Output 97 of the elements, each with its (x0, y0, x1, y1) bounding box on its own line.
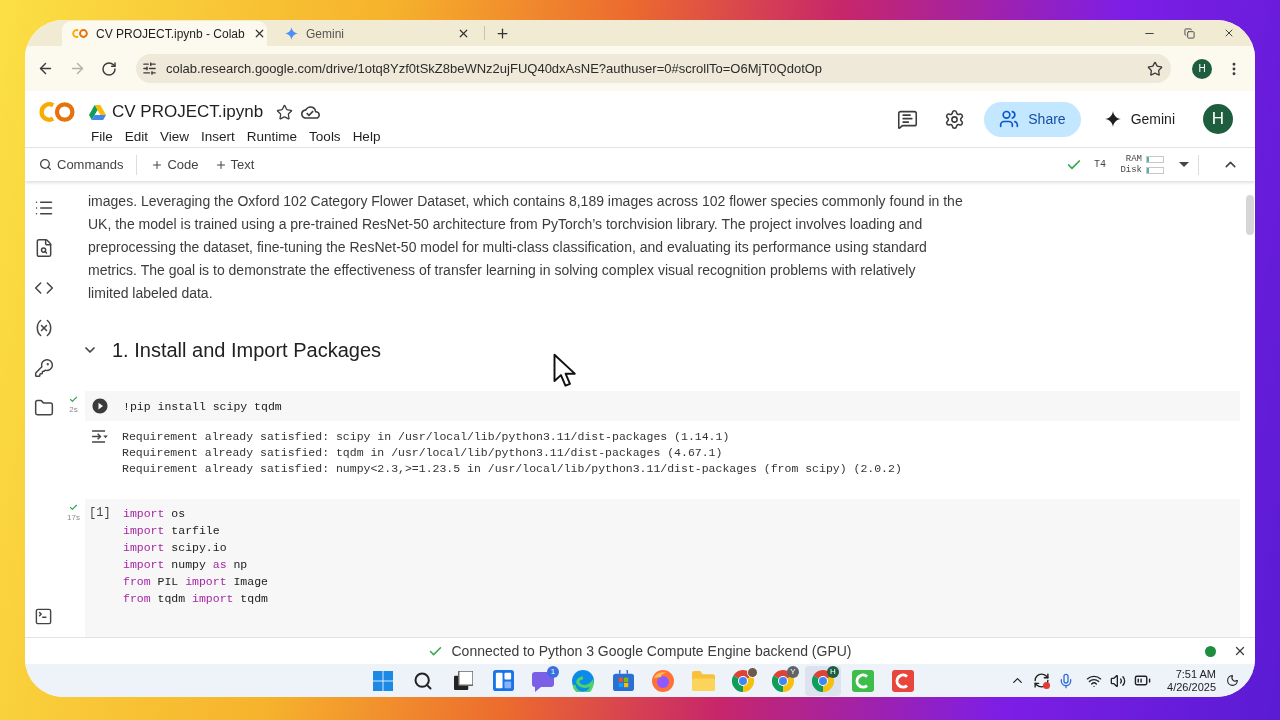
comment-icon[interactable] (897, 108, 919, 130)
taskbar-button[interactable]: 1 (525, 665, 561, 696)
meter-track[interactable] (1146, 166, 1164, 174)
code-cell[interactable]: !pip install scipy tqdm (85, 391, 1240, 421)
sparkle-icon (1104, 111, 1121, 127)
address-bar[interactable]: colab.research.google.com/drive/1otq8Yzf0tSkZ8beWNz2ujFUQ40dxAsNE?authuser=0#scrollTo=O6MjT0QdotOp (136, 54, 1171, 83)
code-line: import tarfile (123, 523, 221, 539)
folder-icon[interactable] (33, 398, 54, 418)
chat-icon (532, 669, 554, 692)
close-icon[interactable] (1223, 27, 1235, 39)
back-icon[interactable] (37, 60, 54, 77)
sync-icon[interactable] (1033, 672, 1051, 689)
table-of-contents-icon[interactable] (33, 198, 54, 218)
run-duration: 17s (67, 513, 80, 522)
output-line: Requirement already satisfied: numpy<2.3,>=1.23.5 in /usr/local/lib/python3.11/dist-packages (from scipy) (2.0.2) (122, 461, 902, 477)
notebook-logo-icon (39, 102, 75, 122)
browser-icon (652, 669, 674, 692)
widgets-icon (492, 670, 514, 691)
recorder-icon (852, 669, 874, 692)
code-cell[interactable]: [1] import os import tarfile import scipy.io import numpy as np from PIL import Image from tqdm import tqdm (85, 499, 1240, 637)
people-icon (999, 109, 1020, 129)
folder-icon (691, 670, 715, 691)
commands-button[interactable]: Commands (39, 154, 124, 175)
bookmark-star-icon[interactable] (1147, 60, 1163, 77)
menu-item[interactable]: Tools (309, 126, 341, 148)
status-message: Connected to Python 3 Google Compute Engine backend (GPU) (451, 641, 852, 661)
plus-icon (214, 158, 227, 171)
browser-icon (572, 669, 594, 692)
sparkle-icon (285, 27, 298, 40)
browser-tab[interactable]: CV PROJECT.ipynb - Colab (62, 21, 267, 46)
browser-tab[interactable]: Gemini (275, 21, 480, 46)
site-settings-icon[interactable] (142, 61, 157, 76)
new-tab-icon[interactable] (495, 25, 510, 41)
profile-badge: H (827, 665, 839, 678)
code-line: import os (123, 506, 187, 522)
add-cell-button[interactable]: Text (212, 154, 257, 175)
drive-icon (89, 104, 106, 120)
output-line: Requirement already satisfied: scipy in /usr/local/lib/python3.11/dist-packages (1.14.1) (122, 429, 731, 445)
execution-count: [1] (89, 505, 112, 522)
profile-avatar[interactable]: H (1203, 104, 1233, 134)
code-line: from tqdm import tqdm (123, 591, 268, 607)
meter-track[interactable] (1146, 155, 1164, 163)
plus-icon (151, 158, 164, 171)
run-duration: 2s (69, 405, 78, 414)
avatar-icon (747, 666, 758, 678)
menu-item[interactable]: Insert (201, 126, 235, 148)
menu-item[interactable]: File (91, 126, 113, 148)
recorder-icon (892, 669, 914, 692)
mouse-cursor-icon (553, 353, 577, 388)
settings-icon[interactable] (944, 108, 966, 130)
clock[interactable]: 7:51 AM 4/26/2025 (1167, 667, 1216, 694)
share-button[interactable]: Share (984, 101, 1081, 137)
notebook-logo-icon (72, 29, 88, 38)
profile-badge: Y (787, 665, 799, 678)
menu-item[interactable]: Help (352, 126, 381, 148)
code-line: from PIL import Image (123, 574, 268, 590)
search-icon (39, 158, 52, 171)
terminal-icon[interactable] (34, 607, 53, 626)
menu-item[interactable]: View (160, 126, 190, 148)
dropdown-caret-icon[interactable] (1179, 162, 1189, 167)
volume-icon[interactable] (1110, 672, 1127, 689)
menu-item[interactable]: Edit (124, 126, 149, 148)
meter-label: RAM (1124, 154, 1142, 164)
notification-badge: 1 (547, 665, 559, 678)
browser-icon (812, 669, 834, 692)
taskbar-button[interactable]: Y (765, 665, 801, 696)
meter-label: Disk (1119, 165, 1142, 175)
add-cell-button[interactable]: Code (149, 154, 201, 175)
task-view-icon (453, 671, 473, 690)
run-icon[interactable] (91, 397, 109, 415)
section-heading: 1. Install and Import Packages (112, 338, 382, 363)
start-icon (373, 670, 393, 691)
store-icon (612, 670, 634, 691)
code-line: !pip install scipy tqdm (123, 398, 282, 415)
reload-icon[interactable] (101, 60, 117, 77)
url-text: colab.research.google.com/drive/1otq8Yzf0tSkZ8beWNz2ujFUQ40dxAsNE?authuser=0#scrollTo=O6MjT0QdotOp (166, 59, 823, 78)
menu-item[interactable]: Runtime (246, 126, 298, 148)
code-line: import scipy.io (123, 540, 228, 556)
key-icon[interactable] (33, 358, 54, 378)
star-icon[interactable] (276, 103, 294, 121)
moon-icon[interactable] (1226, 674, 1239, 687)
browser-icon (772, 669, 794, 692)
scrollbar-thumb[interactable] (1245, 195, 1254, 235)
search-icon (413, 670, 433, 691)
close-icon[interactable] (1233, 644, 1247, 658)
gemini-button[interactable]: Gemini (1102, 103, 1177, 135)
output-line: Requirement already satisfied: tqdm in /usr/local/lib/python3.11/dist-packages (4.67.1) (122, 445, 724, 461)
browser-icon (732, 669, 754, 692)
accelerator-label: T4 (1094, 158, 1106, 172)
taskbar-button[interactable]: H (805, 665, 841, 696)
output-actions-icon[interactable] (91, 430, 108, 443)
close-icon[interactable] (457, 27, 470, 40)
notebook-title[interactable]: CV PROJECT.ipynb (112, 99, 264, 125)
paragraph: images. Leveraging the Oxford 102 Category Flower Dataset, which contains 8,189 images across 102 flower species commonly found in the UK, the model is trained using a pre-trained ResNet-50 architecture from PyTorch’s torchvision library. The project involves loading and preprocessing the dataset, fine-tuning the ResNet-50 model for multi-class classification, and evaluating its performance using standard metrics. The goal is to demonstrate the effectiveness of transfer learning in solving complex visual recognition problems with relatively limited labeled data. (87, 192, 964, 303)
restore-icon[interactable] (1184, 27, 1195, 39)
code-line: import numpy as np (123, 557, 249, 573)
profile-avatar[interactable]: H (1192, 58, 1212, 79)
